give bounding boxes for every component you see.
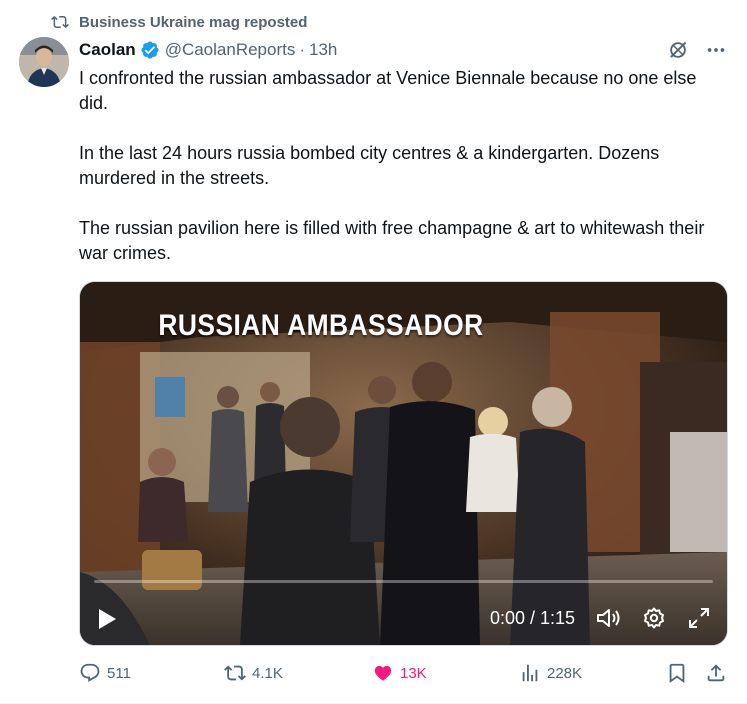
tweet-card[interactable]: Business Ukraine mag reposted Caolan @Ca…	[0, 0, 747, 704]
like-count: 13K	[400, 664, 427, 682]
tweet-header: Caolan @CaolanReports · 13h	[79, 38, 727, 62]
reply-button[interactable]: 511	[79, 658, 131, 688]
video-caption: RUSSIAN AMBASSADOR	[158, 309, 484, 342]
bookmark-button[interactable]	[666, 658, 688, 688]
separator: ·	[299, 40, 306, 59]
grok-icon[interactable]	[667, 39, 689, 61]
author-name[interactable]: Caolan	[79, 40, 136, 60]
repost-button[interactable]: 4.1K	[224, 658, 283, 688]
settings-icon[interactable]	[642, 606, 666, 630]
tweet-paragraph-2: In the last 24 hours russia bombed city …	[79, 143, 660, 188]
avatar[interactable]	[19, 37, 69, 87]
tweet-paragraph-3: The russian pavilion here is filled with…	[79, 218, 705, 263]
bookmark-icon	[669, 663, 685, 684]
repost-label: Business Ukraine mag reposted	[79, 13, 308, 31]
play-icon[interactable]	[96, 607, 118, 631]
action-bar: 511 4.1K 13K 228K	[79, 658, 729, 688]
video-time: 0:00 / 1:15	[490, 608, 576, 628]
views-count: 228K	[547, 664, 583, 682]
timestamp[interactable]: 13h	[309, 40, 337, 60]
video-player[interactable]: RUSSIAN AMBASSADOR 0:00 / 1:15	[79, 281, 728, 646]
reply-count: 511	[107, 664, 131, 682]
repost-count: 4.1K	[252, 664, 283, 682]
tweet-paragraph-1: I confronted the russian ambassador at V…	[79, 68, 697, 113]
share-icon	[707, 664, 725, 682]
views-button[interactable]: 228K	[519, 658, 582, 688]
views-icon	[522, 664, 538, 682]
video-progress-bar[interactable]	[94, 580, 713, 583]
reply-icon	[80, 663, 100, 682]
volume-icon[interactable]	[595, 606, 623, 630]
share-button[interactable]	[705, 658, 727, 688]
repost-icon	[224, 665, 246, 681]
fullscreen-icon[interactable]	[687, 606, 711, 630]
repost-icon	[51, 15, 69, 29]
repost-indicator[interactable]: Business Ukraine mag reposted	[51, 12, 307, 32]
like-icon	[374, 665, 392, 681]
more-icon[interactable]	[705, 39, 727, 61]
like-button[interactable]: 13K	[372, 658, 427, 688]
author-handle[interactable]: @CaolanReports	[165, 40, 296, 60]
verified-badge-icon	[141, 41, 159, 59]
tweet-text: I confronted the russian ambassador at V…	[79, 66, 729, 291]
